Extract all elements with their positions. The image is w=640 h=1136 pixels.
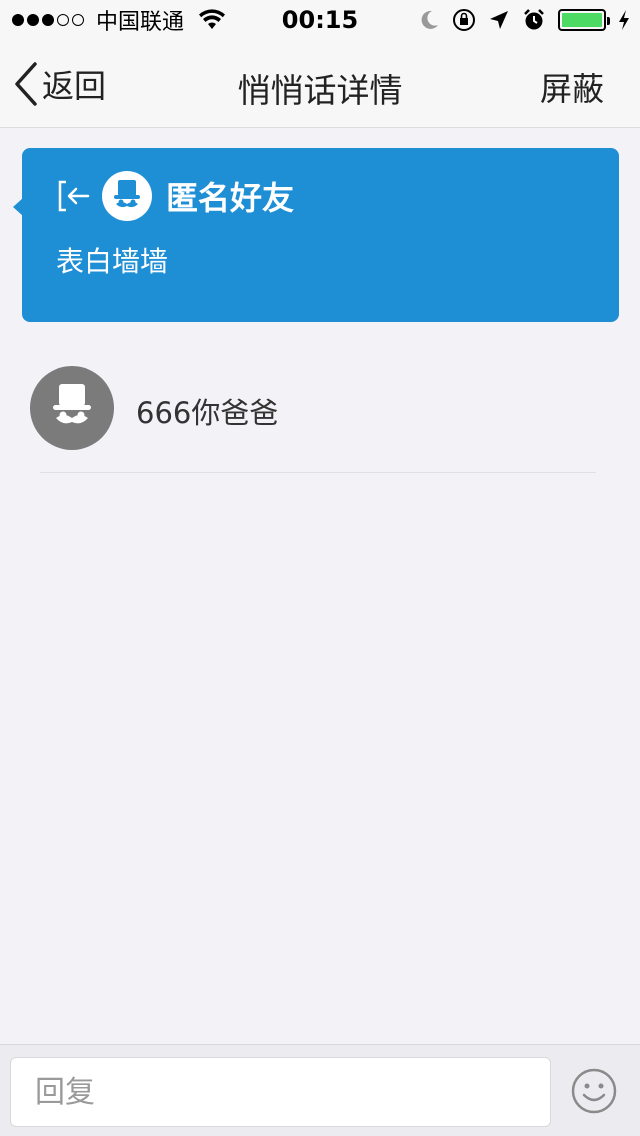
wifi-icon <box>199 9 226 29</box>
navigation-bar: 返回 悄悄话详情 屏蔽 <box>0 40 640 128</box>
top-hat-mustache-icon <box>114 180 140 208</box>
battery-icon <box>558 9 610 31</box>
charging-bolt-icon <box>619 10 629 30</box>
reply-avatar <box>30 366 114 450</box>
anonymous-avatar <box>102 171 152 221</box>
reply-item[interactable]: 666你爸爸 <box>14 344 626 474</box>
exit-arrow-icon[interactable] <box>56 178 92 214</box>
block-button[interactable]: 屏蔽 <box>540 64 604 110</box>
location-arrow-icon <box>490 11 508 29</box>
emoji-icon[interactable] <box>570 1067 618 1115</box>
back-button[interactable]: 返回 <box>14 60 106 108</box>
status-left: 中国联通 <box>0 4 226 36</box>
signal-strength-icon <box>12 14 84 26</box>
back-label: 返回 <box>42 67 107 105</box>
post-content: 表白墙墙 <box>56 245 169 278</box>
carrier-name: 中国联通 <box>96 10 185 35</box>
reply-list: 666你爸爸 <box>14 344 626 1044</box>
alarm-clock-icon <box>524 9 544 30</box>
status-right <box>418 0 630 40</box>
reply-input-bar <box>0 1044 640 1136</box>
chevron-left-icon <box>15 62 37 106</box>
divider <box>40 472 596 473</box>
rotation-lock-icon <box>453 9 475 31</box>
reply-text: 666你爸爸 <box>136 396 279 430</box>
status-bar: 中国联通 00:15 <box>0 0 640 40</box>
post-header: 匿名好友 <box>56 170 294 222</box>
do-not-disturb-moon-icon <box>421 10 438 29</box>
post-author: 匿名好友 <box>166 179 295 217</box>
top-hat-mustache-icon <box>53 384 91 424</box>
reply-input[interactable] <box>10 1057 551 1127</box>
whisper-post-card: 匿名好友 表白墙墙 <box>13 148 619 322</box>
